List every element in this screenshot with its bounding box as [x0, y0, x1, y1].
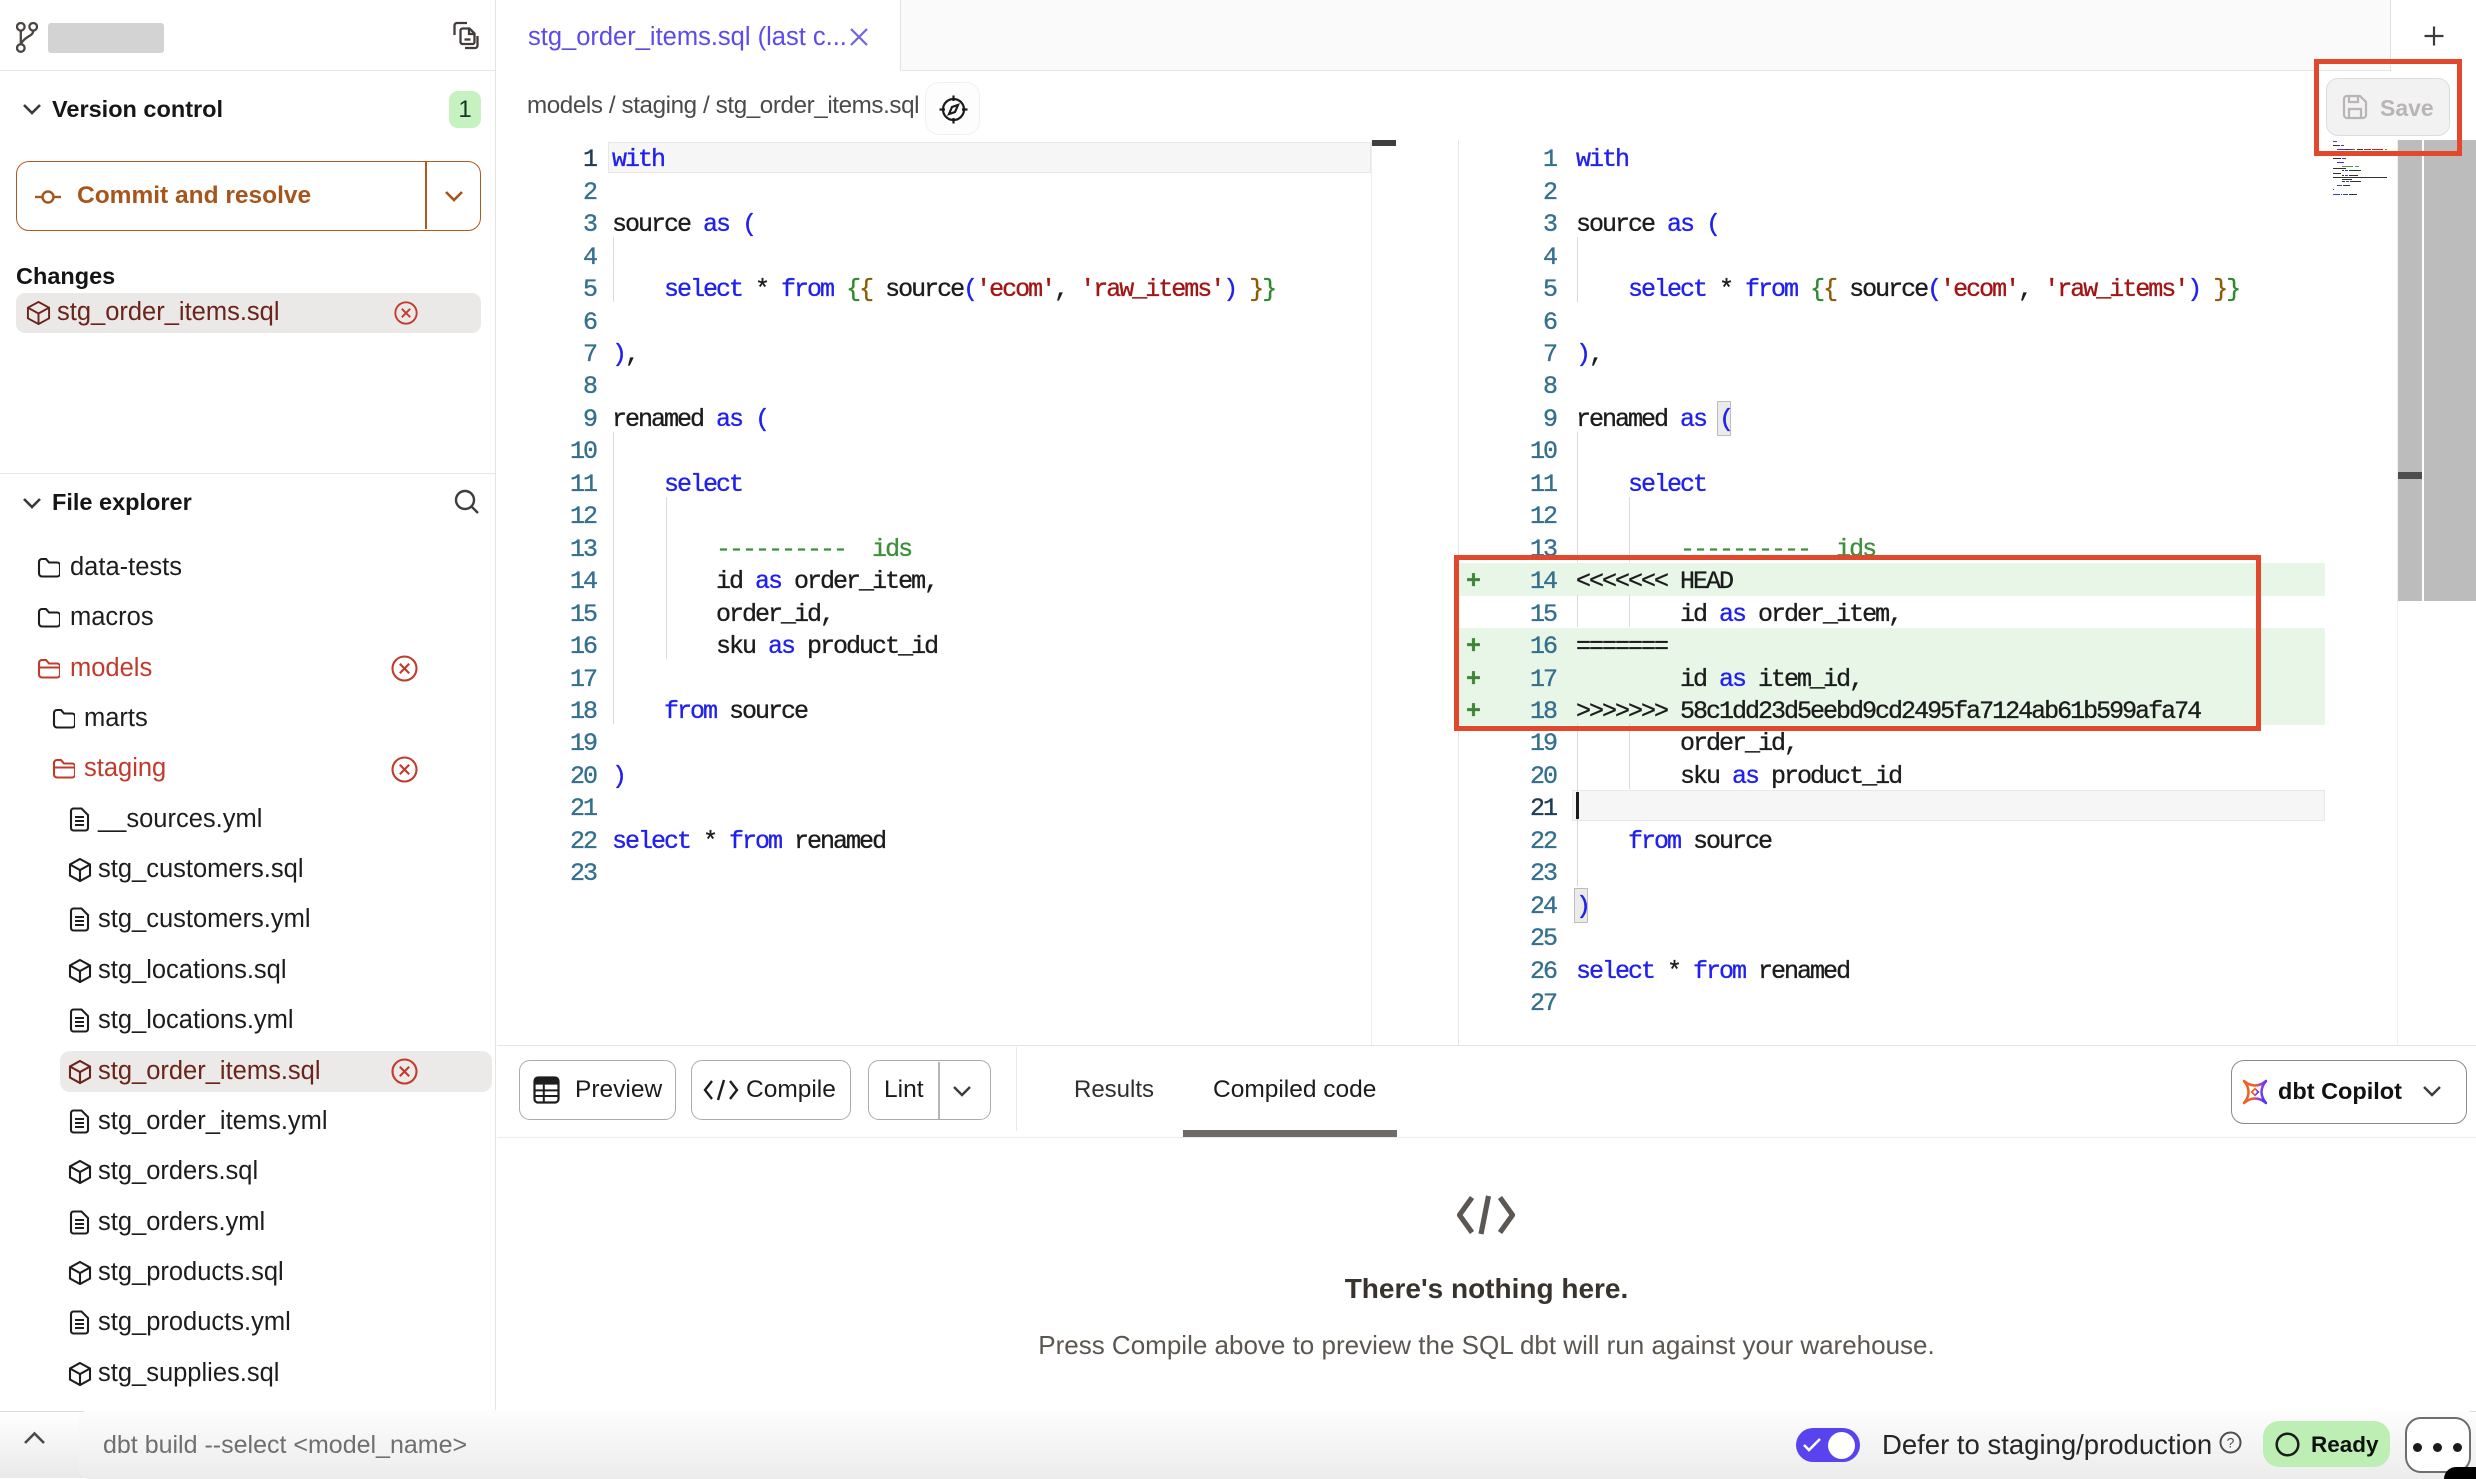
svg-text:?: ?	[2227, 1435, 2235, 1451]
